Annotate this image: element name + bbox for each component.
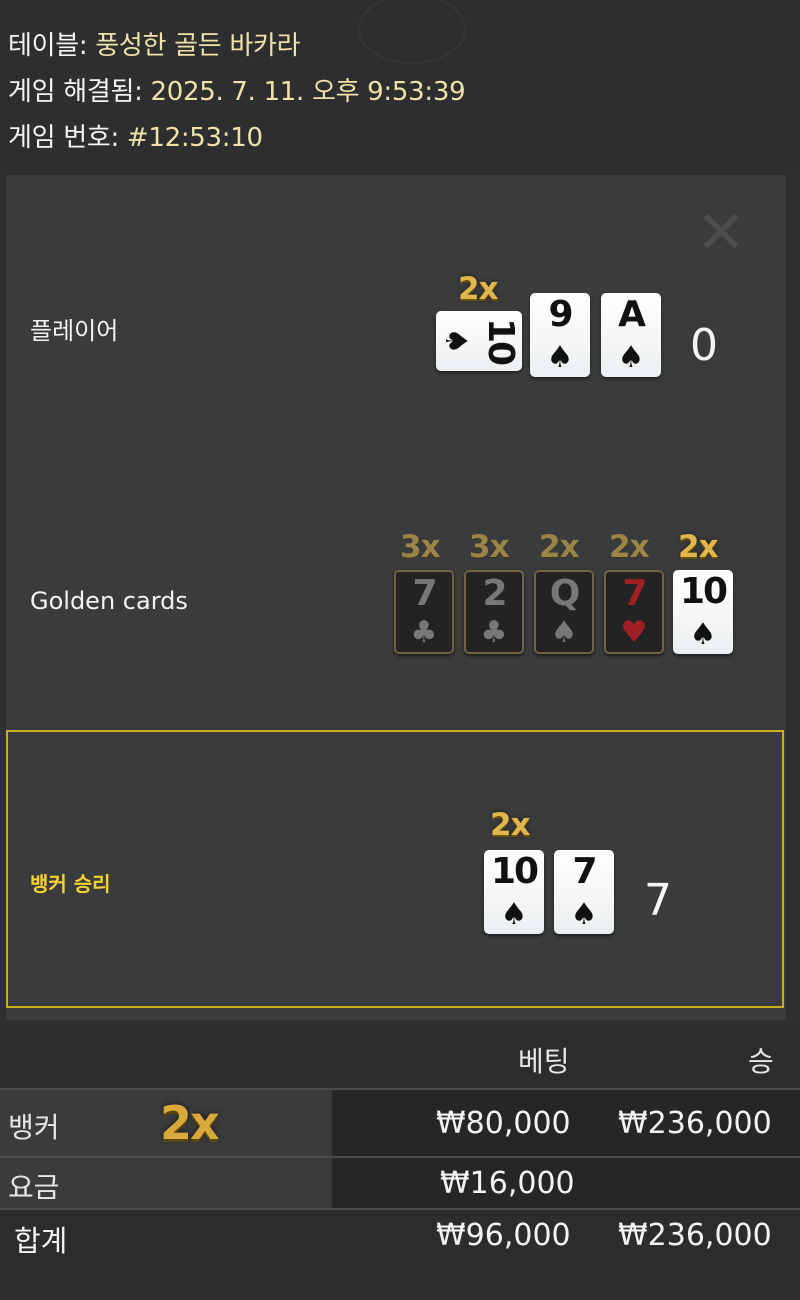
total-label: 합계 xyxy=(14,1224,68,1258)
card-rank: 7 xyxy=(622,573,647,614)
banker-win-label: 뱅커 승리 xyxy=(30,872,111,896)
heart-icon: ♥ xyxy=(620,615,648,650)
total-bet: ₩96,000 xyxy=(436,1218,571,1253)
resolved-info: 게임 해결됨: 2025. 7. 11. 오후 9:53:39 xyxy=(8,71,466,108)
banker-score: 7 xyxy=(644,875,672,926)
spade-icon: ♠ xyxy=(500,897,528,932)
player-multiplier: 2x xyxy=(458,271,499,307)
card-rank: Q xyxy=(549,573,581,614)
bet-multiplier: 2x xyxy=(160,1096,220,1150)
game-number-info: 게임 번호: #12:53:10 xyxy=(8,117,263,154)
golden-card-multiplier-5: 2x xyxy=(678,529,719,565)
resolved-time: 2025. 7. 11. 오후 9:53:39 xyxy=(150,77,466,107)
column-header-win: 승 xyxy=(748,1045,774,1078)
golden-card-4: 7 ♥ xyxy=(604,570,664,654)
golden-card-multiplier-4: 2x xyxy=(609,529,650,565)
spade-icon: ♠ xyxy=(617,340,645,375)
banker-card-1: 10 ♠ xyxy=(484,850,544,934)
player-label: 플레이어 xyxy=(30,317,119,345)
golden-card-multiplier-2: 3x xyxy=(469,529,510,565)
golden-card-2: 2 ♣ xyxy=(464,570,524,654)
card-rank: 7 xyxy=(572,851,597,892)
card-rank: 10 xyxy=(480,317,521,365)
game-number-label: 게임 번호: xyxy=(8,123,119,153)
table-row-fee: 요금 ₩16,000 xyxy=(0,1158,800,1208)
bet-amount: ₩16,000 xyxy=(440,1166,575,1201)
spade-icon: ♠ xyxy=(570,897,598,932)
golden-card-1: 7 ♣ xyxy=(394,570,454,654)
bet-amount: ₩80,000 xyxy=(436,1106,571,1141)
card-rank: 9 xyxy=(548,294,573,335)
player-card-3: A ♠ xyxy=(601,293,661,377)
column-header-bet: 베팅 xyxy=(518,1045,570,1078)
golden-card-3: Q ♠ xyxy=(534,570,594,654)
table-info: 테이블: 풍성한 골든 바카라 xyxy=(8,25,300,62)
table-row-banker: 뱅커 2x ₩80,000 ₩236,000 xyxy=(0,1090,800,1158)
player-score: 0 xyxy=(690,320,718,371)
card-rank: 2 xyxy=(482,573,507,614)
banker-win-highlight xyxy=(6,730,784,1008)
golden-card-multiplier-3: 2x xyxy=(539,529,580,565)
resolved-label: 게임 해결됨: xyxy=(8,77,143,107)
golden-card-5: 10 ♠ xyxy=(673,570,733,654)
result-panel: ✕ 플레이어 2x 10 ♠ 9 ♠ A ♠ 0 Golden cards 3x… xyxy=(6,175,786,1020)
spade-icon: ♠ xyxy=(546,340,574,375)
total-win: ₩236,000 xyxy=(618,1218,772,1253)
golden-cards-label: Golden cards xyxy=(30,587,188,615)
win-amount: ₩236,000 xyxy=(618,1106,772,1141)
card-rank: 10 xyxy=(490,851,539,892)
player-card-1: 10 ♠ xyxy=(436,311,522,371)
club-icon: ♣ xyxy=(480,615,508,650)
table-row-total: 합계 ₩96,000 ₩236,000 xyxy=(0,1210,800,1270)
club-icon: ♣ xyxy=(410,615,438,650)
table-name: 풍성한 골든 바카라 xyxy=(95,31,301,61)
game-info-header: 테이블: 풍성한 골든 바카라 게임 해결됨: 2025. 7. 11. 오후 … xyxy=(0,0,800,175)
bet-name: 요금 xyxy=(8,1171,60,1204)
banker-multiplier: 2x xyxy=(490,807,531,843)
bet-name: 뱅커 xyxy=(8,1111,60,1144)
card-rank: 10 xyxy=(679,571,728,612)
background-chip-decoration xyxy=(358,0,466,64)
spade-icon: ♠ xyxy=(689,617,717,652)
golden-card-multiplier-1: 3x xyxy=(400,529,441,565)
banker-card-2: 7 ♠ xyxy=(554,850,614,934)
game-number: #12:53:10 xyxy=(126,123,263,153)
card-rank: A xyxy=(618,294,646,335)
spade-icon: ♠ xyxy=(550,615,578,650)
player-card-2: 9 ♠ xyxy=(530,293,590,377)
background-close-icon: ✕ xyxy=(696,198,747,268)
card-rank: 7 xyxy=(412,573,437,614)
table-label: 테이블: xyxy=(8,31,88,61)
spade-icon: ♠ xyxy=(438,327,473,355)
